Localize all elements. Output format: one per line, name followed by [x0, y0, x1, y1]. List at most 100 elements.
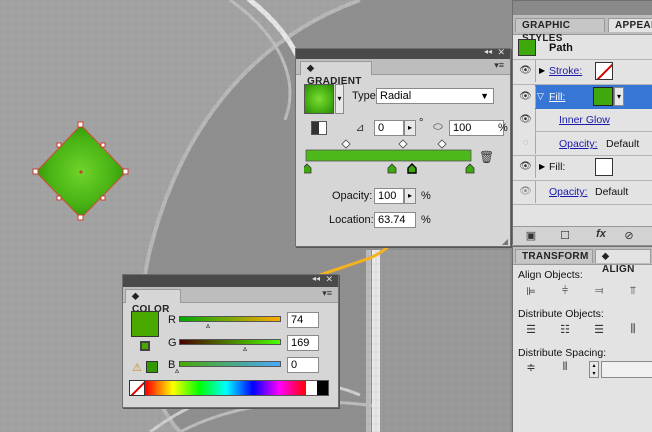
collapse-icon[interactable]: ◂◂: [484, 47, 492, 56]
opacity-label-2[interactable]: Opacity:: [549, 186, 588, 198]
distribute-spacing-label: Distribute Spacing:: [518, 347, 607, 359]
resize-grip-icon[interactable]: ◢: [502, 237, 508, 246]
opacity-value-1: Default: [606, 138, 640, 150]
new-art-icon[interactable]: ▣: [525, 229, 537, 242]
none-swatch-icon[interactable]: [129, 380, 145, 396]
align-hcenter-icon[interactable]: ⫩: [557, 285, 573, 298]
appearance-footer: ▣ ☐ fx ⊘: [513, 226, 652, 245]
location-field[interactable]: 63.74: [374, 212, 416, 228]
stroke-none-swatch[interactable]: [595, 62, 613, 80]
spacing-field[interactable]: [601, 361, 652, 378]
spacing-stepper[interactable]: ▴ ▾: [589, 361, 599, 378]
panel-menu-icon[interactable]: ▾≡: [322, 288, 332, 299]
align-objects-label: Align Objects:: [518, 269, 583, 281]
web-safe-swatch[interactable]: [146, 361, 158, 373]
tab-appearance[interactable]: APPEAR: [608, 18, 652, 32]
opacity-stepper[interactable]: ▸: [404, 188, 416, 204]
appearance-tabbar: GRAPHIC STYLES APPEAR: [513, 15, 652, 44]
align-right-icon[interactable]: ⫤: [591, 285, 607, 298]
angle-stepper[interactable]: ▸: [404, 120, 416, 136]
collapse-arrow-icon[interactable]: ▽: [537, 91, 544, 102]
collapse-icon[interactable]: ◂◂: [312, 274, 320, 283]
r-slider-thumb[interactable]: ▵: [206, 321, 210, 330]
chevron-down-icon: ▼: [480, 91, 489, 101]
b-field[interactable]: 0: [287, 357, 319, 373]
opacity-value: 100: [378, 190, 397, 202]
inner-glow-label[interactable]: Inner Glow: [559, 114, 610, 126]
close-icon[interactable]: ✕: [497, 47, 505, 58]
distribute-bottom-icon[interactable]: ☰: [591, 323, 607, 336]
delete-stop-icon[interactable]: 🗑: [479, 150, 494, 164]
color-spectrum-icon[interactable]: [145, 380, 329, 396]
location-label: Location:: [329, 214, 374, 226]
expand-arrow-icon[interactable]: ▶: [539, 162, 545, 171]
color-panel: ◂◂ ✕ ⬥ COLOR ▾≡ ⚠ R ▵ 74 G ▵ 169 B ▵ 0: [122, 274, 339, 408]
fx-icon[interactable]: fx: [591, 228, 611, 240]
tab-transform[interactable]: TRANSFORM: [515, 249, 593, 263]
g-value: 169: [291, 337, 310, 349]
panel-menu-icon[interactable]: ▾≡: [494, 60, 504, 71]
visibility-eye-icon[interactable]: 👁: [516, 60, 536, 82]
tab-align[interactable]: ⬥ ALIGN: [595, 249, 651, 275]
stepper-icon: ⬥: [602, 251, 610, 262]
appearance-panel: GRAPHIC STYLES APPEAR Path 👁 ▶ Stroke: 👁…: [512, 0, 652, 245]
distribute-top-icon[interactable]: ☰: [523, 323, 539, 336]
gradient-swatch-dropdown[interactable]: ▾: [335, 84, 344, 114]
color-panel-dragbar[interactable]: ◂◂ ✕: [123, 274, 338, 287]
stroke-swatch-indicator[interactable]: [140, 341, 150, 351]
gradient-slider[interactable]: [304, 139, 492, 177]
stepper-icon: ⬥: [307, 63, 315, 74]
fill-label-2[interactable]: Fill:: [549, 161, 565, 173]
degree-symbol: °: [419, 117, 424, 129]
gradient-panel-tabbar: ⬥ GRADIENT ▾≡: [296, 59, 510, 87]
fill-swatch-dropdown[interactable]: ▾: [614, 87, 624, 106]
r-field[interactable]: 74: [287, 312, 319, 328]
align-top-icon[interactable]: ⫪: [625, 285, 641, 298]
g-field[interactable]: 169: [287, 335, 319, 351]
aspect-field[interactable]: 100: [449, 120, 504, 136]
visibility-eye-icon[interactable]: 👁: [516, 156, 536, 178]
expand-arrow-icon[interactable]: ▶: [539, 66, 545, 75]
g-slider-thumb[interactable]: ▵: [243, 344, 247, 353]
visibility-eye-icon[interactable]: 👁: [516, 109, 536, 131]
b-slider-track[interactable]: [179, 361, 281, 367]
type-select[interactable]: Radial ▼: [376, 88, 494, 104]
g-slider-track[interactable]: [179, 339, 281, 345]
appearance-header-strip: [513, 1, 652, 15]
visibility-eye-icon[interactable]: 👁: [516, 86, 536, 108]
gradient-preview-swatch[interactable]: [304, 84, 334, 114]
gradient-ramp: [305, 149, 472, 162]
no-icon[interactable]: ⊘: [623, 229, 635, 242]
aspect-value: 100: [453, 122, 472, 134]
opacity-field[interactable]: 100: [374, 188, 404, 204]
gradient-panel-dragbar[interactable]: ◂◂ ✕: [296, 47, 510, 59]
tab-gradient[interactable]: ⬥ GRADIENT: [300, 61, 372, 87]
opacity-label-1[interactable]: Opacity:: [559, 138, 598, 150]
distribute-left-icon[interactable]: ⫼: [625, 323, 641, 336]
r-label: R: [168, 314, 176, 326]
out-of-gamut-warning-icon[interactable]: ⚠: [131, 361, 143, 374]
fill-label[interactable]: Fill:: [549, 91, 565, 103]
stroke-label[interactable]: Stroke:: [549, 65, 582, 77]
tab-graphic-styles[interactable]: GRAPHIC STYLES: [515, 18, 605, 44]
spacing-horizontal-icon[interactable]: ⦀: [557, 361, 573, 374]
visibility-eye-icon[interactable]: ◌: [516, 132, 536, 154]
reverse-gradient-icon[interactable]: [311, 121, 327, 135]
aspect-ratio-icon: ⬭: [433, 121, 443, 133]
fill-swatch[interactable]: [131, 311, 159, 337]
r-slider-track[interactable]: [179, 316, 281, 322]
align-left-icon[interactable]: ⊫: [523, 285, 539, 298]
close-icon[interactable]: ✕: [325, 274, 333, 285]
b-slider-thumb[interactable]: ▵: [175, 366, 179, 375]
gradient-panel: ◂◂ ✕ ⬥ GRADIENT ▾≡ ▾ Type: Radial ▼ ⊿ 0 …: [295, 47, 511, 247]
stepper-icon: ⬥: [132, 291, 140, 302]
clear-icon[interactable]: ☐: [559, 229, 571, 242]
angle-field[interactable]: 0: [374, 120, 404, 136]
visibility-eye-icon[interactable]: 👁: [516, 181, 536, 203]
type-label: Type:: [352, 90, 379, 102]
spacing-vertical-icon[interactable]: ≑: [523, 361, 539, 374]
tab-color[interactable]: ⬥ COLOR: [125, 289, 181, 315]
fill-white-swatch[interactable]: [595, 158, 613, 176]
fill-green-swatch[interactable]: [593, 87, 613, 106]
distribute-vcenter-icon[interactable]: ☷: [557, 323, 573, 336]
